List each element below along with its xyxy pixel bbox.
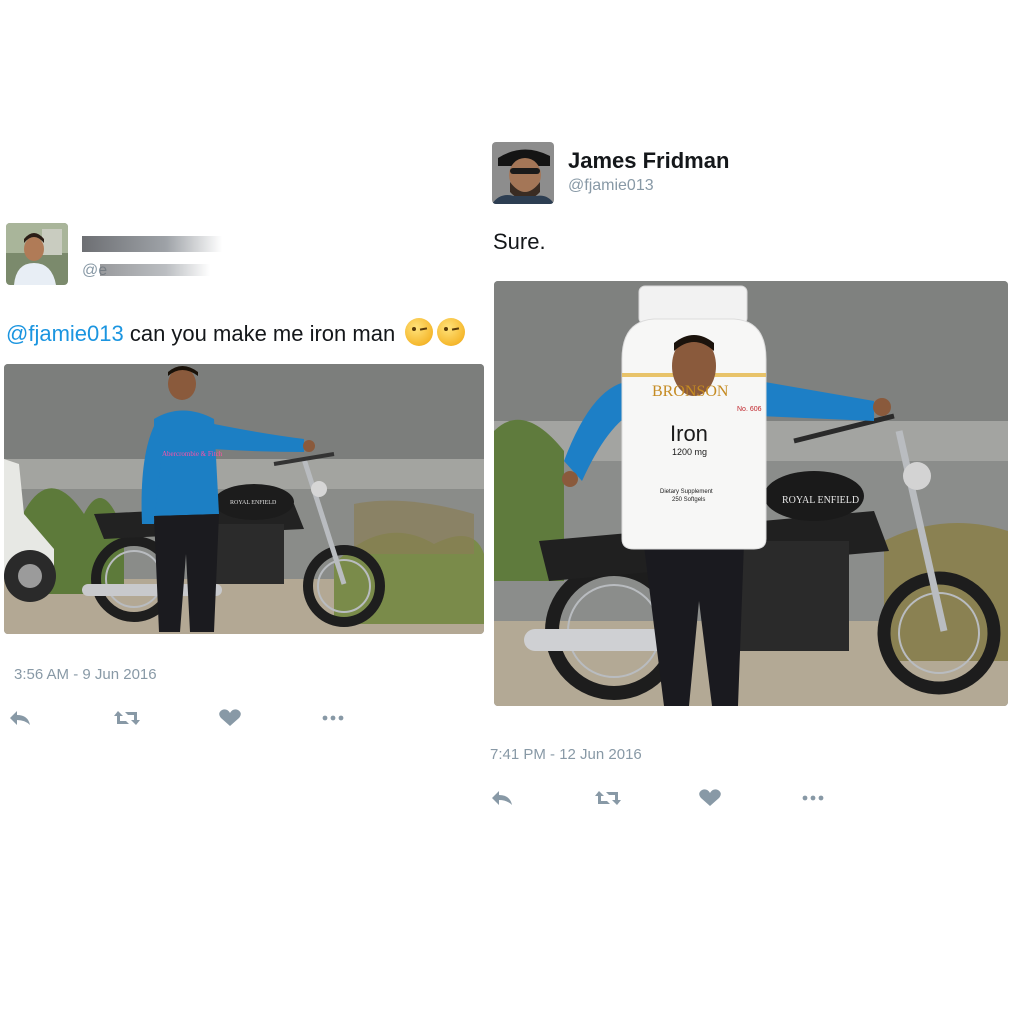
tank-logo: ROYAL ENFIELD — [782, 495, 859, 506]
tweet-text: Sure. — [493, 229, 546, 254]
redacted-name — [82, 236, 222, 252]
tweet-timestamp[interactable]: 7:41 PM - 12 Jun 2016 — [490, 746, 642, 763]
like-icon[interactable] — [698, 788, 722, 808]
bottle-title: Iron — [670, 421, 708, 446]
display-name[interactable]: James Fridman — [568, 148, 729, 174]
winking-face-emoji — [437, 318, 466, 346]
bottle-description: Dietary Supplement — [660, 489, 713, 495]
winking-face-emoji — [405, 318, 434, 346]
tank-logo: ROYAL ENFIELD — [230, 500, 277, 506]
retweet-icon[interactable] — [594, 788, 622, 808]
mention-link[interactable]: @fjamie013 — [6, 321, 124, 346]
more-icon[interactable] — [320, 708, 348, 728]
bottle-count: 250 Softgels — [672, 497, 705, 503]
supplement-bottle: BRONSON No. 606 Iron 1200 mg Dietary Sup… — [621, 285, 767, 550]
tweet-text: @fjamie013 can you make me iron man — [6, 318, 466, 347]
avatar[interactable] — [492, 142, 554, 204]
like-icon[interactable] — [218, 708, 242, 728]
bottle-number: No. 606 — [737, 406, 762, 413]
user-handle[interactable]: @fjamie013 — [568, 177, 654, 195]
more-icon[interactable] — [800, 788, 828, 808]
reply-icon[interactable] — [8, 708, 32, 728]
redacted-handle-scribble — [100, 264, 210, 276]
bottle-brand: BRONSON — [652, 383, 729, 400]
bottle-dose: 1200 mg — [672, 447, 707, 457]
tweet-photo[interactable]: ROYAL ENFIELD BRONSON No. 606 Iron 1200 … — [494, 281, 1008, 706]
tweet-body: can you make me iron man — [123, 321, 396, 346]
reply-icon[interactable] — [490, 788, 514, 808]
avatar[interactable] — [6, 223, 68, 285]
tweet-timestamp[interactable]: 3:56 AM - 9 Jun 2016 — [14, 666, 157, 683]
tweet-photo[interactable]: ROYAL ENFIELD Abercrombie & Fitch — [4, 364, 484, 634]
retweet-icon[interactable] — [113, 708, 141, 728]
shirt-logo: Abercrombie & Fitch — [162, 450, 223, 458]
